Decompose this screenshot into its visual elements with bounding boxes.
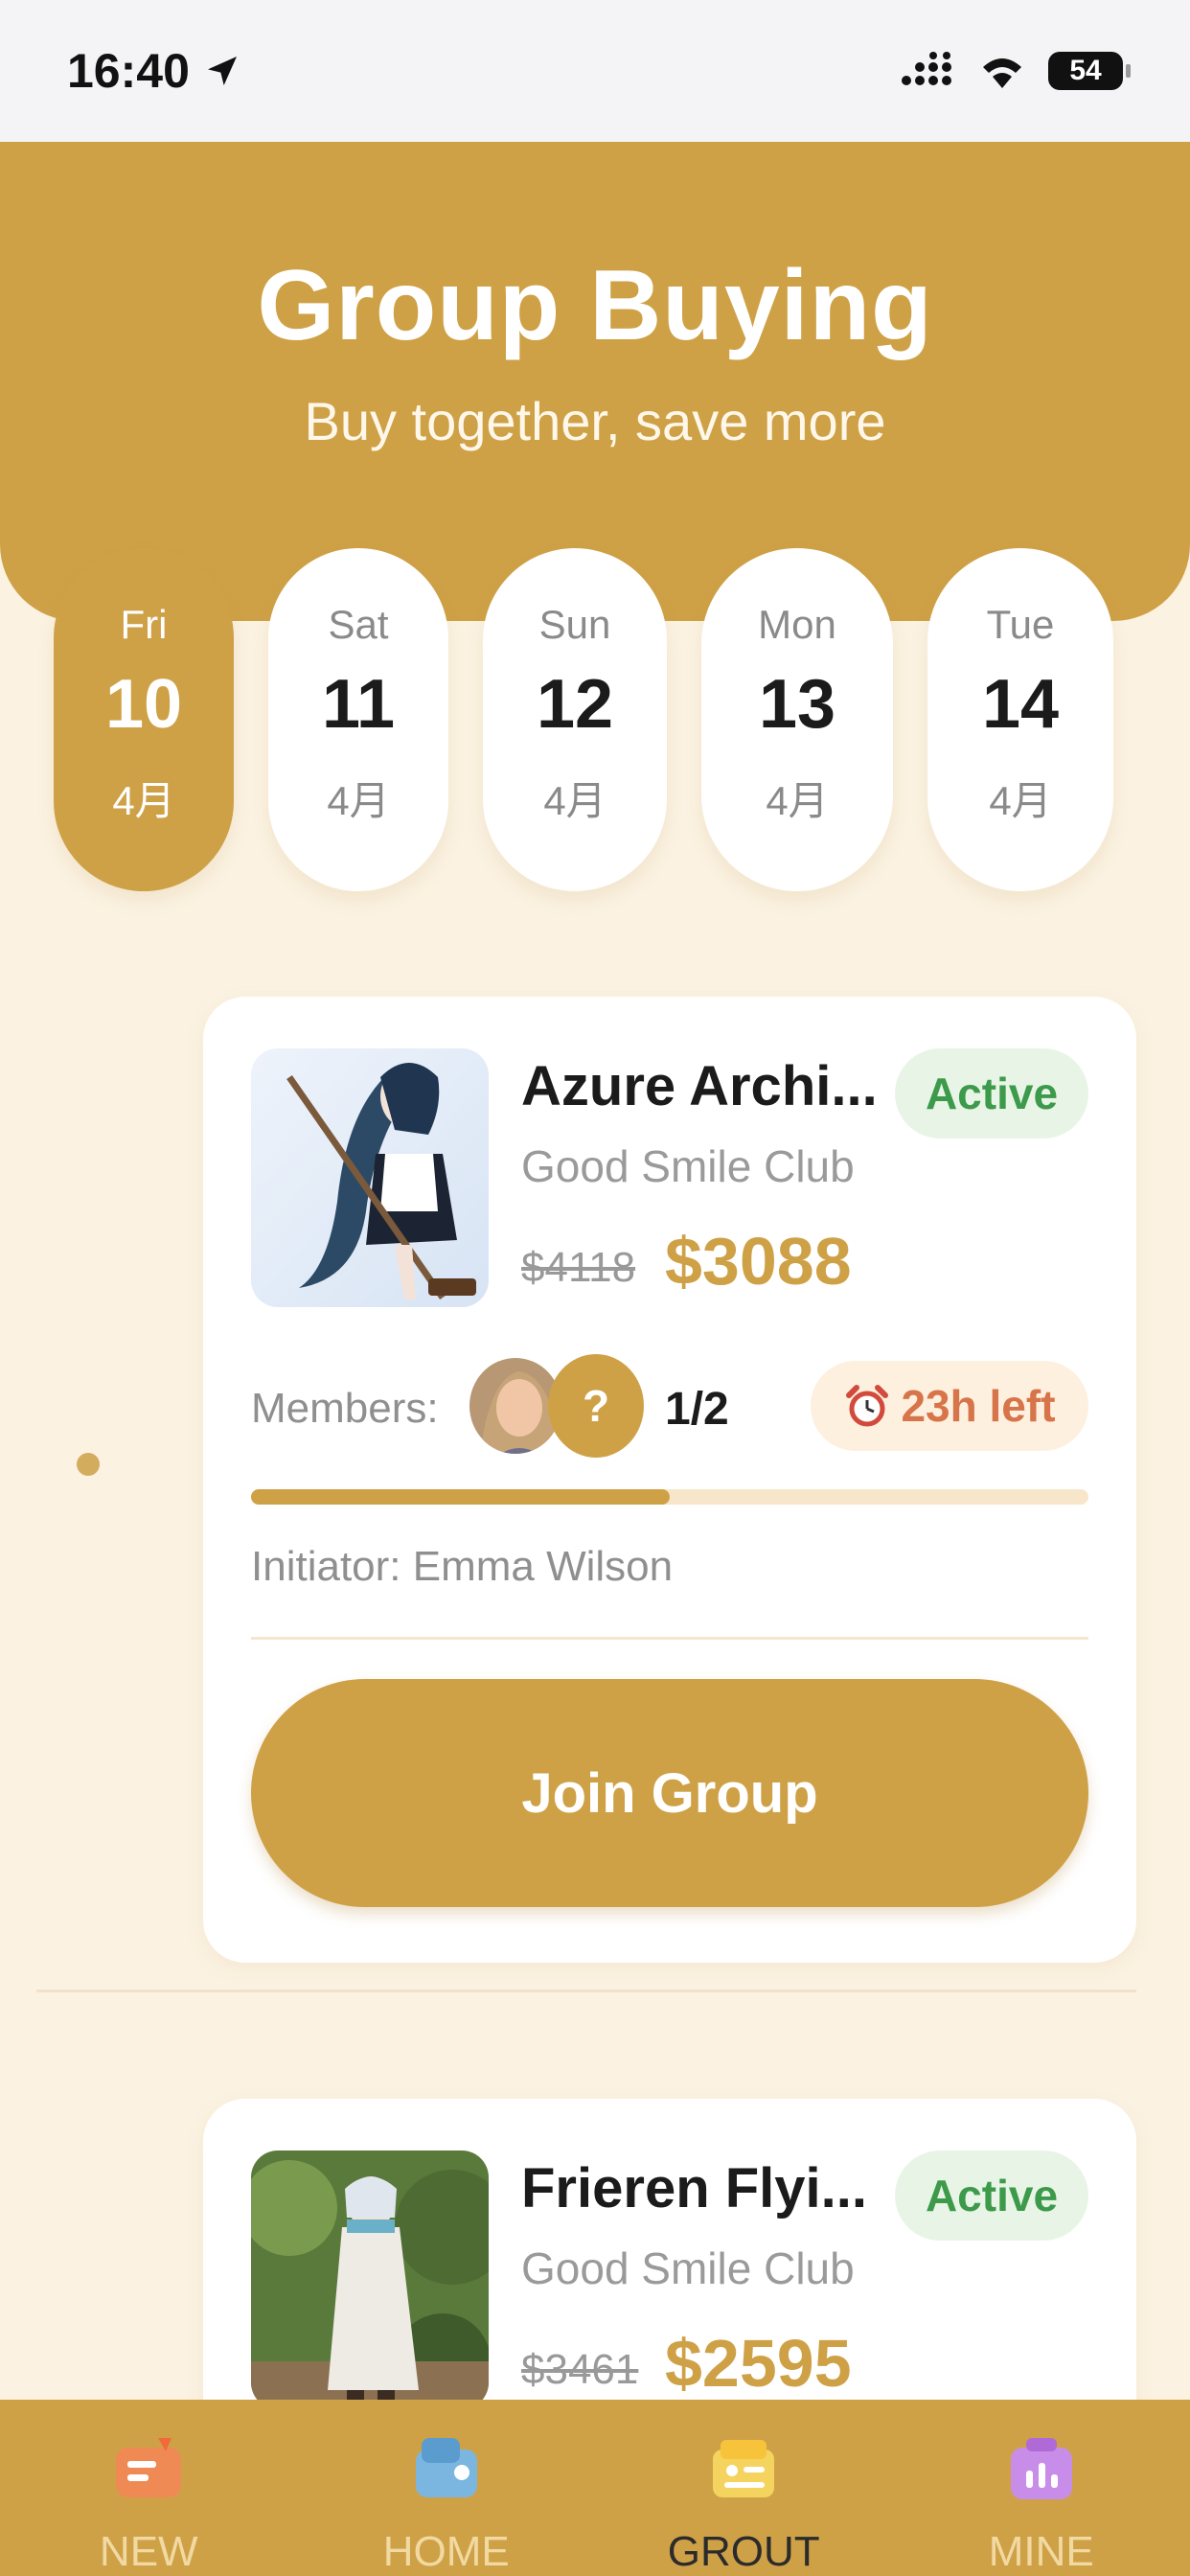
group-icon xyxy=(713,2440,775,2497)
timeline-dot xyxy=(77,1453,100,1476)
card-divider xyxy=(251,1637,1088,1640)
new-icon xyxy=(116,2438,182,2497)
time-left-text: 23h left xyxy=(901,1381,1056,1431)
members-progress-fill xyxy=(251,1489,670,1505)
date-tab-sun-12[interactable]: Sun 12 4月 xyxy=(483,548,667,891)
mine-icon xyxy=(1010,2438,1072,2499)
date-weekday: Fri xyxy=(120,602,168,647)
cellular-signal-icon xyxy=(902,52,951,85)
members-count: 1/2 xyxy=(665,1384,729,1435)
date-selector: Fri 10 4月 Sat 11 4月 Sun 12 4月 Mon 13 4月 … xyxy=(0,548,1190,893)
date-day: 10 xyxy=(104,666,183,743)
date-weekday: Sun xyxy=(538,602,611,647)
page-subtitle: Buy together, save more xyxy=(304,391,886,451)
location-arrow-icon xyxy=(207,57,237,85)
members-progress-bar xyxy=(251,1489,1088,1505)
status-badge: Active xyxy=(895,2150,1088,2241)
date-day: 12 xyxy=(536,666,614,743)
date-weekday: Tue xyxy=(986,602,1055,647)
tab-label: NEW xyxy=(99,2528,198,2575)
date-weekday: Sat xyxy=(328,602,389,647)
empty-slot-avatar: ? xyxy=(548,1354,644,1458)
members-label: Members: xyxy=(251,1385,439,1432)
tab-label: HOME xyxy=(382,2528,510,2575)
status-badge: Active xyxy=(895,1048,1088,1138)
tab-home[interactable]: HOME xyxy=(298,2400,596,2576)
date-month: 4月 xyxy=(989,778,1052,823)
battery-icon: 54 xyxy=(1048,52,1131,90)
status-bar: 16:40 54 xyxy=(0,0,1190,142)
date-weekday: Mon xyxy=(758,602,836,647)
join-group-button[interactable]: Join Group xyxy=(251,1679,1088,1907)
time-left-badge: 23h left xyxy=(811,1361,1088,1451)
group-buying-screen: 16:40 54 Group Buying Buy together, save… xyxy=(0,0,1190,2576)
group-price: $2595 xyxy=(665,2326,852,2401)
tab-label: GROUT xyxy=(667,2528,820,2575)
date-day: 14 xyxy=(981,666,1060,743)
date-month: 4月 xyxy=(543,778,606,823)
product-brand: Good Smile Club xyxy=(521,1141,855,1191)
date-tab-fri-10[interactable]: Fri 10 4月 xyxy=(54,548,234,891)
status-time: 16:40 xyxy=(67,44,190,98)
product-image-azure-archive xyxy=(251,1048,489,1307)
home-icon xyxy=(415,2438,477,2497)
initiator-text: Initiator: Emma Wilson xyxy=(251,1543,674,1590)
group-card[interactable]: Azure Archi... Active Good Smile Club $4… xyxy=(203,997,1136,1963)
tab-mine[interactable]: MINE xyxy=(893,2400,1190,2576)
date-month: 4月 xyxy=(327,778,390,823)
status-indicators: 54 xyxy=(901,52,1131,90)
alarm-clock-icon xyxy=(846,1385,889,1427)
tab-label: MINE xyxy=(988,2528,1094,2575)
date-day: 11 xyxy=(321,666,396,743)
tab-group[interactable]: GROUT xyxy=(595,2400,893,2576)
product-image-frieren xyxy=(251,2150,489,2409)
wifi-icon xyxy=(983,58,1021,88)
bottom-tab-bar: NEW HOME GROUT MINE xyxy=(0,2400,1190,2576)
product-brand: Good Smile Club xyxy=(521,2243,855,2293)
date-tab-sat-11[interactable]: Sat 11 4月 xyxy=(268,548,448,891)
date-month: 4月 xyxy=(766,778,829,823)
date-day: 13 xyxy=(758,666,836,743)
original-price: $4118 xyxy=(521,1244,636,1291)
product-title: Frieren Flyi... xyxy=(521,2157,867,2220)
group-price: $3088 xyxy=(665,1224,852,1299)
date-tab-mon-13[interactable]: Mon 13 4月 xyxy=(701,548,893,891)
original-price: $3461 xyxy=(521,2346,639,2393)
product-title: Azure Archi... xyxy=(521,1055,878,1117)
section-separator xyxy=(36,1990,1136,1992)
page-title: Group Buying xyxy=(257,250,933,361)
date-tab-tue-14[interactable]: Tue 14 4月 xyxy=(927,548,1113,891)
tab-new[interactable]: NEW xyxy=(0,2400,298,2576)
date-month: 4月 xyxy=(112,778,175,823)
